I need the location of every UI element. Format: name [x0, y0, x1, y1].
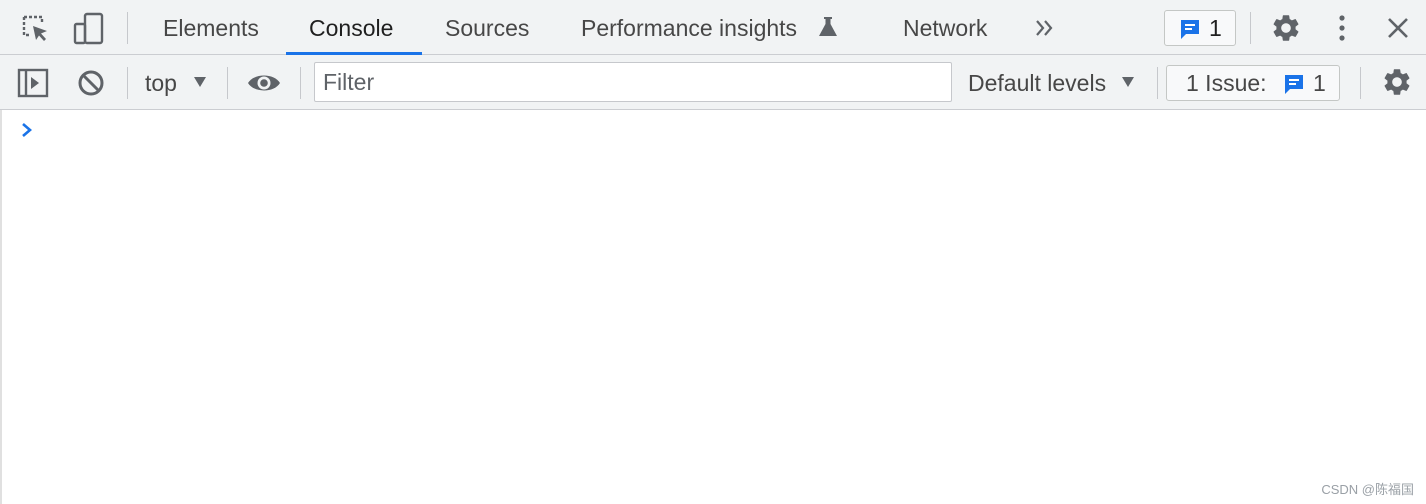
toolbar-divider — [127, 67, 128, 99]
issues-counter-count: 1 — [1313, 70, 1326, 96]
issues-counter-button[interactable]: 1 Issue: 1 — [1166, 65, 1340, 101]
dropdown-arrow-icon — [194, 77, 206, 87]
filter-input[interactable] — [314, 62, 952, 102]
tab-network[interactable]: Network — [903, 0, 987, 54]
issues-icon — [1181, 20, 1199, 39]
close-icon[interactable] — [1386, 16, 1410, 40]
issues-badge-count: 1 — [1209, 15, 1222, 41]
log-levels-dropdown[interactable]: Default levels — [968, 67, 1140, 99]
settings-icon[interactable] — [1270, 12, 1302, 44]
experiment-flask-icon — [819, 17, 837, 36]
live-expression-icon[interactable] — [246, 71, 282, 95]
clear-console-icon[interactable] — [77, 69, 105, 97]
toolbar-divider — [300, 67, 301, 99]
tab-console[interactable]: Console — [309, 0, 393, 54]
device-toolbar-icon[interactable] — [72, 12, 106, 46]
issues-icon — [1285, 75, 1303, 94]
console-left-border — [0, 110, 2, 504]
toolbar-divider — [1157, 67, 1158, 99]
sidebar-toggle-icon[interactable] — [17, 68, 49, 98]
context-selector[interactable]: top — [145, 67, 215, 99]
toolbar-divider — [1250, 12, 1251, 44]
context-selector-label: top — [145, 70, 177, 96]
console-settings-icon[interactable] — [1381, 66, 1413, 98]
more-tabs-icon[interactable] — [1034, 17, 1056, 39]
tab-sources[interactable]: Sources — [445, 0, 529, 54]
tab-performance-insights[interactable]: Performance insights — [581, 0, 797, 54]
toolbar-divider — [127, 12, 128, 44]
devtools-tabbar: Elements Console Sources Performance ins… — [0, 0, 1426, 55]
tab-elements[interactable]: Elements — [163, 0, 259, 54]
toolbar-divider — [227, 67, 228, 99]
log-levels-label: Default levels — [968, 70, 1107, 96]
inspect-element-icon[interactable] — [20, 13, 52, 45]
issues-counter-label: 1 Issue: — [1186, 70, 1267, 96]
watermark: CSDN @陈福国 — [1321, 482, 1414, 497]
tab-performance-insights-label: Performance insights — [581, 15, 798, 41]
console-prompt-icon[interactable] — [19, 121, 35, 139]
more-options-icon[interactable] — [1332, 13, 1352, 43]
dropdown-arrow-icon — [1122, 77, 1134, 87]
issues-badge-button[interactable]: 1 — [1164, 10, 1236, 46]
toolbar-divider — [1360, 67, 1361, 99]
